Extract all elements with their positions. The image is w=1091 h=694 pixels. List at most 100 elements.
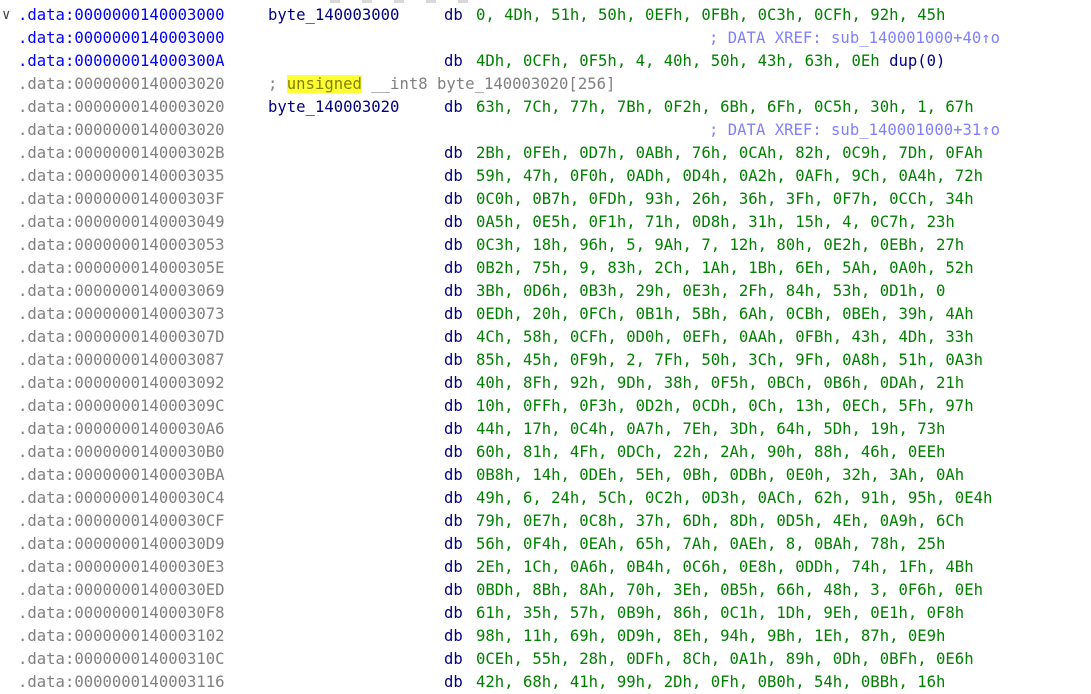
listing-line[interactable]: .data:00000001400030D9 db 56h, 0F4h, 0EAh,…	[0, 533, 1091, 556]
operands[interactable]: 40h, 8Fh, 92h, 9Dh, 38h, 0F5h, 0BCh, 0B6…	[476, 372, 964, 395]
operands[interactable]: 59h, 47h, 0F0h, 0ADh, 0D4h, 0A2h, 0AFh, …	[476, 165, 983, 188]
line-address[interactable]: .data:00000001400030C4	[18, 487, 225, 510]
line-address[interactable]: .data:000000014000309C	[18, 395, 225, 418]
operands[interactable]: 0A5h, 0E5h, 0F1h, 71h, 0D8h, 31h, 15h, 4…	[476, 211, 955, 234]
line-address[interactable]: .data:0000000140003116	[18, 671, 225, 694]
operands[interactable]: 98h, 11h, 69h, 0D9h, 8Eh, 94h, 9Bh, 1Eh,…	[476, 625, 945, 648]
listing-line[interactable]: .data:0000000140003116 db 42h, 68h, 41h, 9…	[0, 671, 1091, 694]
operands[interactable]: 2Eh, 1Ch, 0A6h, 0B4h, 0C6h, 0E8h, 0DDh, …	[476, 556, 974, 579]
operands[interactable]: 56h, 0F4h, 0EAh, 65h, 7Ah, 0AEh, 8, 0BAh…	[476, 533, 945, 556]
listing-line[interactable]: .data:0000000140003000 ; DATA XREF: sub_1…	[0, 27, 1091, 50]
listing-line[interactable]: .data:000000014000310C db 0CEh, 55h, 28h, …	[0, 648, 1091, 671]
listing-line[interactable]: .data:0000000140003073 db 0EDh, 20h, 0FCh,…	[0, 303, 1091, 326]
listing-line[interactable]: .data:0000000140003092 db 40h, 8Fh, 92h, 9…	[0, 372, 1091, 395]
listing-line[interactable]: .data:00000001400030C4 db 49h, 6, 24h, 5Ch…	[0, 487, 1091, 510]
chevron-down-icon[interactable]: ∨	[2, 4, 16, 27]
line-address[interactable]: .data:000000014000303F	[18, 188, 225, 211]
operands[interactable]: 3Bh, 0D6h, 0B3h, 29h, 0E3h, 2Fh, 84h, 53…	[476, 280, 945, 303]
listing-line[interactable]: ∨ .data:0000000140003000 byte_140003000 db 0…	[0, 4, 1091, 27]
listing-line[interactable]: .data:0000000140003053 db 0C3h, 18h, 96h, …	[0, 234, 1091, 257]
data-label[interactable]: byte_140003000	[268, 4, 399, 27]
mnemonic: db	[444, 489, 463, 507]
operands[interactable]: 49h, 6, 24h, 5Ch, 0C2h, 0D3h, 0ACh, 62h,…	[476, 487, 992, 510]
xref-comment[interactable]: ; DATA XREF: sub_140001000+40↑o	[709, 27, 1000, 50]
data-label[interactable]: byte_140003020	[268, 96, 399, 119]
operands[interactable]: 42h, 68h, 41h, 99h, 2Dh, 0Fh, 0B0h, 54h,…	[476, 671, 945, 694]
disassembly-listing[interactable]: ∨ .data:0000000140003000 byte_140003000db 0…	[0, 4, 1091, 691]
operands[interactable]: 85h, 45h, 0F9h, 2, 7Fh, 50h, 3Ch, 9Fh, 0…	[476, 349, 983, 372]
highlighted-keyword[interactable]: unsigned	[286, 75, 362, 93]
operands[interactable]: 0B8h, 14h, 0DEh, 5Eh, 0Bh, 0DBh, 0E0h, 3…	[476, 464, 964, 487]
mnemonic: db	[444, 282, 463, 300]
operands[interactable]: 0BDh, 8Bh, 8Ah, 70h, 3Eh, 0B5h, 66h, 48h…	[476, 579, 983, 602]
line-address[interactable]: .data:0000000140003073	[18, 303, 225, 326]
operands[interactable]: 2Bh, 0FEh, 0D7h, 0ABh, 76h, 0CAh, 82h, 0…	[476, 142, 983, 165]
listing-line[interactable]: .data:00000001400030E3 db 2Eh, 1Ch, 0A6h, …	[0, 556, 1091, 579]
listing-line[interactable]: .data:000000014000309C db 10h, 0FFh, 0F3h,…	[0, 395, 1091, 418]
line-address[interactable]: .data:0000000140003053	[18, 234, 225, 257]
line-address[interactable]: .data:00000001400030D9	[18, 533, 225, 556]
line-address[interactable]: .data:000000014000310C	[18, 648, 225, 671]
operands[interactable]: 4Dh, 0CFh, 0F5h, 4, 40h, 50h, 43h, 63h, …	[476, 50, 945, 73]
line-address[interactable]: .data:0000000140003020	[18, 119, 225, 142]
operands[interactable]: 0EDh, 20h, 0FCh, 0B1h, 5Bh, 6Ah, 0CBh, 0…	[476, 303, 974, 326]
line-address[interactable]: .data:0000000140003087	[18, 349, 225, 372]
operands[interactable]: 10h, 0FFh, 0F3h, 0D2h, 0CDh, 0Ch, 13h, 0…	[476, 395, 974, 418]
listing-line[interactable]: .data:00000001400030A6 db 44h, 17h, 0C4h, …	[0, 418, 1091, 441]
line-address[interactable]: .data:00000001400030A6	[18, 418, 225, 441]
line-address[interactable]: .data:00000001400030F8	[18, 602, 225, 625]
operands[interactable]: 4Ch, 58h, 0CFh, 0D0h, 0EFh, 0AAh, 0FBh, …	[476, 326, 974, 349]
line-address[interactable]: .data:0000000140003069	[18, 280, 225, 303]
line-address[interactable]: .data:00000001400030BA	[18, 464, 225, 487]
line-address[interactable]: .data:0000000140003092	[18, 372, 225, 395]
listing-line[interactable]: .data:00000001400030BA db 0B8h, 14h, 0DEh,…	[0, 464, 1091, 487]
line-address[interactable]: .data:0000000140003000	[18, 4, 225, 27]
line-address[interactable]: .data:0000000140003020	[18, 73, 225, 96]
operands[interactable]: 79h, 0E7h, 0C8h, 37h, 6Dh, 8Dh, 0D5h, 4E…	[476, 510, 964, 533]
line-address[interactable]: .data:0000000140003000	[18, 27, 225, 50]
listing-line[interactable]: .data:0000000140003035 db 59h, 47h, 0F0h, …	[0, 165, 1091, 188]
line-address[interactable]: .data:000000014000300A	[18, 50, 225, 73]
listing-line[interactable]: .data:000000014000305E db 0B2h, 75h, 9, 83…	[0, 257, 1091, 280]
mnemonic: db	[444, 305, 463, 323]
listing-line[interactable]: .data:0000000140003049 db 0A5h, 0E5h, 0F1h…	[0, 211, 1091, 234]
listing-line[interactable]: .data:000000014000300A db 4Dh, 0CFh, 0F5h,…	[0, 50, 1091, 73]
operands[interactable]: 60h, 81h, 4Fh, 0DCh, 22h, 2Ah, 90h, 88h,…	[476, 441, 945, 464]
operand-bytes: 0, 4Dh, 51h, 50h, 0EFh, 0FBh, 0C3h, 0CFh…	[476, 6, 946, 24]
line-address[interactable]: .data:0000000140003035	[18, 165, 225, 188]
listing-line[interactable]: .data:00000001400030B0 db 60h, 81h, 4Fh, 0…	[0, 441, 1091, 464]
line-address[interactable]: .data:00000001400030ED	[18, 579, 225, 602]
line-address[interactable]: .data:00000001400030CF	[18, 510, 225, 533]
listing-line[interactable]: .data:00000001400030ED db 0BDh, 8Bh, 8Ah, …	[0, 579, 1091, 602]
operands[interactable]: 0CEh, 55h, 28h, 0DFh, 8Ch, 0A1h, 89h, 0D…	[476, 648, 974, 671]
listing-line[interactable]: .data:0000000140003020; unsigned __int8 …	[0, 73, 1091, 96]
listing-line[interactable]: .data:000000014000302B db 2Bh, 0FEh, 0D7h,…	[0, 142, 1091, 165]
listing-line[interactable]: .data:0000000140003087 db 85h, 45h, 0F9h, …	[0, 349, 1091, 372]
operands[interactable]: 44h, 17h, 0C4h, 0A7h, 7Eh, 3Dh, 64h, 5Dh…	[476, 418, 945, 441]
operands[interactable]: 61h, 35h, 57h, 0B9h, 86h, 0C1h, 1Dh, 9Eh…	[476, 602, 964, 625]
line-address[interactable]: .data:0000000140003102	[18, 625, 225, 648]
operands[interactable]: 0, 4Dh, 51h, 50h, 0EFh, 0FBh, 0C3h, 0CFh…	[476, 4, 945, 27]
listing-line[interactable]: .data:00000001400030F8 db 61h, 35h, 57h, 0…	[0, 602, 1091, 625]
operands[interactable]: 63h, 7Ch, 77h, 7Bh, 0F2h, 6Bh, 6Fh, 0C5h…	[476, 96, 974, 119]
line-address[interactable]: .data:00000001400030B0	[18, 441, 225, 464]
xref-comment[interactable]: ; DATA XREF: sub_140001000+31↑o	[709, 119, 1000, 142]
operands[interactable]: 0B2h, 75h, 9, 83h, 2Ch, 1Ah, 1Bh, 6Eh, 5…	[476, 257, 974, 280]
line-address[interactable]: .data:00000001400030E3	[18, 556, 225, 579]
remnant-mark	[362, 0, 372, 3]
line-address[interactable]: .data:000000014000307D	[18, 326, 225, 349]
listing-line[interactable]: .data:00000001400030CF db 79h, 0E7h, 0C8h,…	[0, 510, 1091, 533]
line-address[interactable]: .data:0000000140003020	[18, 96, 225, 119]
listing-line[interactable]: .data:0000000140003069 db 3Bh, 0D6h, 0B3h,…	[0, 280, 1091, 303]
listing-line[interactable]: .data:0000000140003020 ; DATA XREF: sub_1…	[0, 119, 1091, 142]
operands[interactable]: 0C0h, 0B7h, 0FDh, 93h, 26h, 36h, 3Fh, 0F…	[476, 188, 974, 211]
line-address[interactable]: .data:000000014000302B	[18, 142, 225, 165]
line-address[interactable]: .data:000000014000305E	[18, 257, 225, 280]
listing-line[interactable]: .data:000000014000307D db 4Ch, 58h, 0CFh, …	[0, 326, 1091, 349]
listing-line[interactable]: .data:0000000140003102 db 98h, 11h, 69h, 0…	[0, 625, 1091, 648]
line-address[interactable]: .data:0000000140003049	[18, 211, 225, 234]
operand-bytes: 0C0h, 0B7h, 0FDh, 93h, 26h, 36h, 3Fh, 0F…	[476, 190, 974, 208]
listing-line[interactable]: .data:000000014000303F db 0C0h, 0B7h, 0FDh…	[0, 188, 1091, 211]
listing-line[interactable]: .data:0000000140003020 byte_140003020 db 63…	[0, 96, 1091, 119]
operands[interactable]: 0C3h, 18h, 96h, 5, 9Ah, 7, 12h, 80h, 0E2…	[476, 234, 964, 257]
